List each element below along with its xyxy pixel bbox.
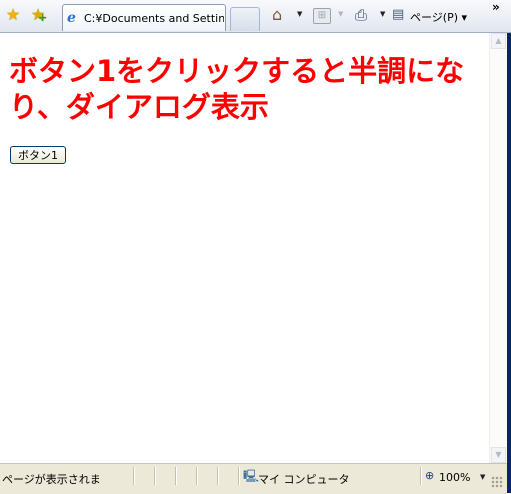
zoom-level[interactable]: 100% [439, 471, 470, 484]
page-viewport: ボタン1をクリックすると半調になり、ダイアログ表示 ボタン1 [0, 33, 489, 463]
zoom-dropdown-arrow-icon[interactable]: ▼ [480, 473, 485, 481]
home-icon[interactable]: ⌂ [272, 5, 290, 25]
window-frame-edge [507, 33, 511, 493]
page-icon[interactable]: ▤ [392, 5, 406, 25]
print-dropdown-arrow-icon[interactable]: ▼ [380, 11, 385, 18]
status-bar: ページが表示されま 🖳 マイ コンピュータ ⊕ 100% ▼ [0, 463, 507, 494]
star-icon[interactable]: ★ [4, 6, 22, 24]
zoom-magnifier-icon[interactable]: ⊕ [425, 469, 434, 482]
vertical-scrollbar[interactable]: ▲ ▼ [489, 33, 507, 463]
status-pane [133, 467, 154, 485]
computer-zone-icon: 🖳 [243, 469, 260, 483]
zone-label: マイ コンピュータ [258, 473, 350, 486]
status-pane [196, 467, 217, 485]
scroll-up-arrow-icon[interactable]: ▲ [491, 33, 506, 49]
scroll-down-arrow-icon[interactable]: ▼ [491, 447, 506, 463]
tab-active[interactable]: e C:¥Documents and Settin... [62, 4, 226, 31]
tab-title: C:¥Documents and Settin... [84, 12, 224, 25]
browser-toolbar: ★ ★ + e C:¥Documents and Settin... ⌂ ▼ ⊞ … [0, 0, 511, 33]
home-dropdown-arrow-icon[interactable]: ▼ [297, 11, 302, 18]
ie-page-icon: e [67, 10, 76, 26]
feeds-dropdown-arrow-icon[interactable]: ▼ [338, 11, 343, 18]
rss-feed-icon[interactable]: ⊞ [313, 8, 331, 24]
button-1[interactable]: ボタン1 [10, 146, 66, 164]
chevron-double-right-icon[interactable]: » [492, 0, 500, 14]
status-text: ページが表示されま [2, 473, 101, 486]
add-favorite-icon[interactable]: ★ + [29, 6, 47, 24]
page-menu-label: ページ(P) [410, 11, 458, 24]
page-menu[interactable]: ページ(P) ▾ [410, 9, 467, 25]
status-pane [154, 467, 175, 485]
status-pane [217, 467, 238, 485]
resize-grip-icon[interactable] [491, 476, 503, 488]
printer-icon[interactable]: ⎙ [355, 5, 373, 25]
new-tab-button[interactable] [230, 7, 260, 31]
page-heading: ボタン1をクリックすると半調になり、ダイアログ表示 [9, 54, 465, 124]
status-pane [175, 467, 196, 485]
